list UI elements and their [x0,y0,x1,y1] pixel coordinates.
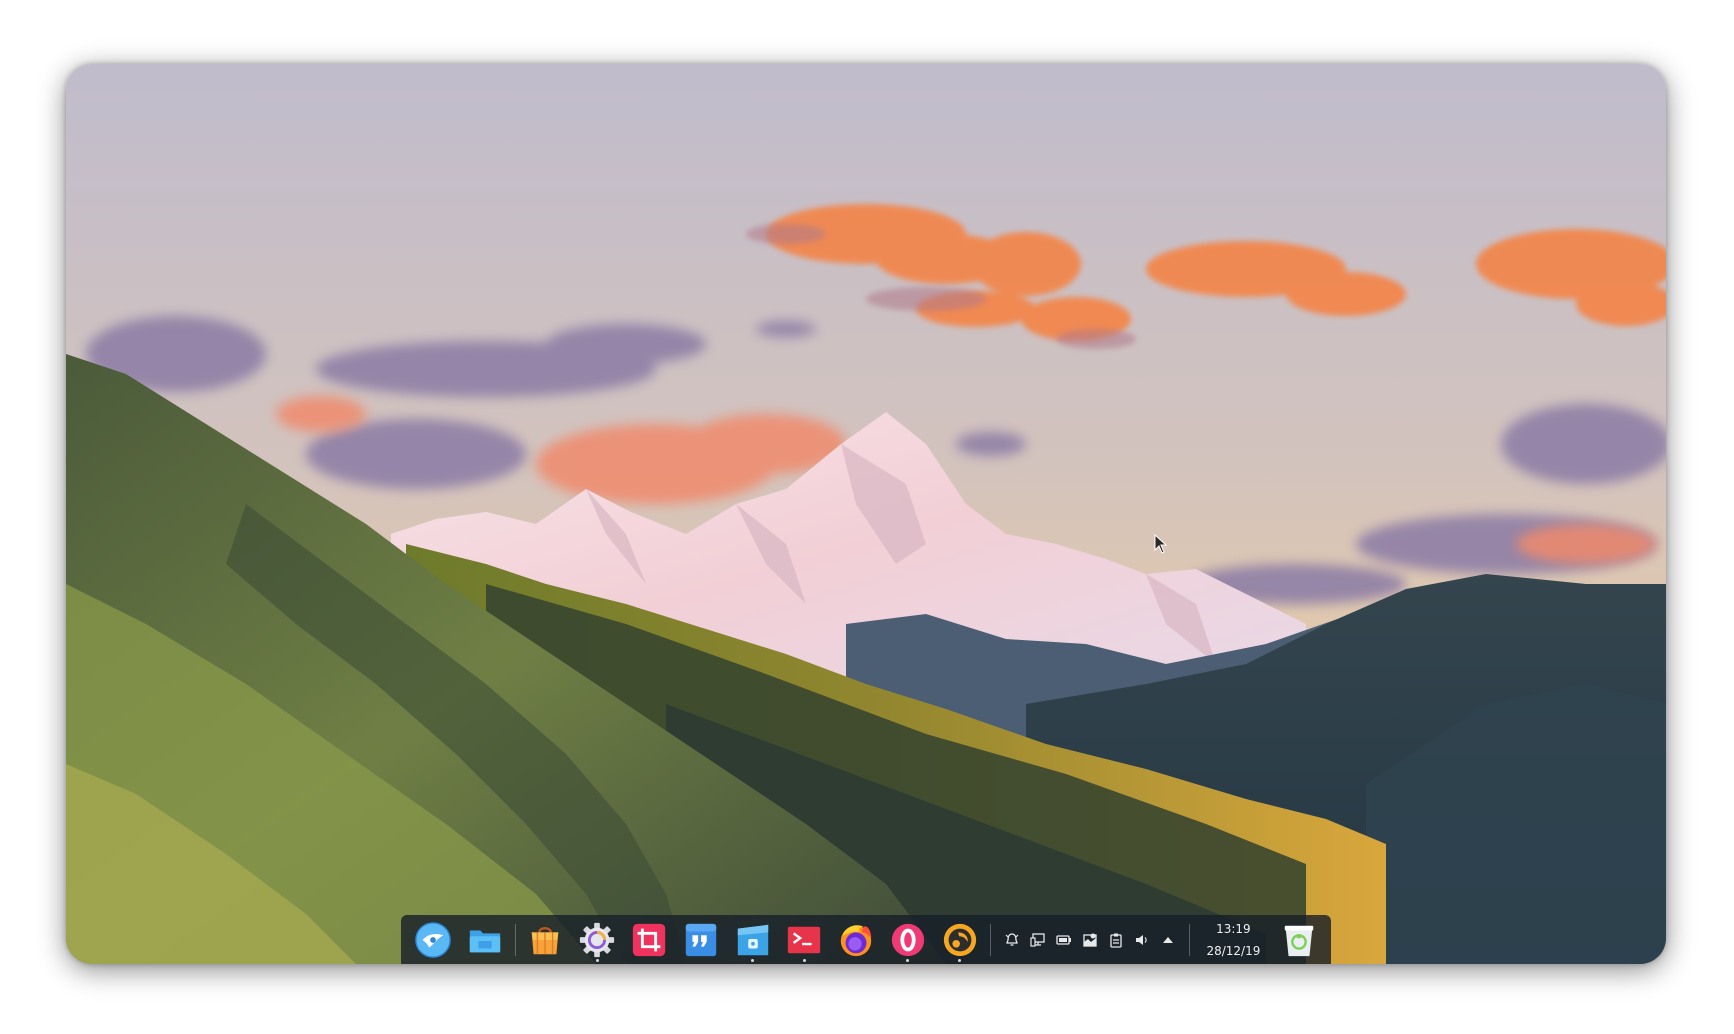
clock-date: 28/12/19 [1206,943,1261,958]
volume-icon [1135,934,1147,945]
dock-separator [989,923,991,956]
running-indicator [595,958,599,962]
clipboard-icon [1109,933,1122,948]
file-manager-button[interactable] [462,917,508,963]
archive-manager-button[interactable] [730,917,776,963]
battery-button[interactable] [1052,928,1076,952]
quotes-app-button[interactable] [678,917,724,963]
terminal-icon [788,926,821,953]
gear-icon [580,922,615,957]
dock: 13:19 28/12/19 [401,915,1331,964]
mouse-cursor-icon [1154,534,1168,554]
firefox-icon [840,924,872,956]
dock-separator [514,923,516,956]
notification-button[interactable] [1078,928,1102,952]
clock-time: 13:19 [1216,921,1251,936]
notification-icon [1082,933,1097,947]
crop-icon [632,923,666,956]
trash-icon [1284,925,1314,956]
running-indicator [802,958,806,962]
opera-button[interactable] [885,917,931,963]
expand-up-icon [1162,936,1173,943]
firefox-button[interactable] [833,917,879,963]
dock-separator [1188,923,1190,956]
bell-icon [1005,932,1019,946]
running-indicator [751,958,755,962]
expand-tray-button[interactable] [1156,928,1180,952]
running-indicator [958,958,962,962]
battery-icon [1055,934,1071,945]
clock[interactable]: 13:19 28/12/19 [1194,918,1274,962]
launcher-button[interactable] [410,917,456,963]
desktop-screen: 13:19 28/12/19 [66,64,1666,964]
quote-icon [685,923,716,956]
terminal-button[interactable] [781,917,827,963]
screenshot-button[interactable] [626,917,672,963]
page: 13:19 28/12/19 [0,0,1734,1034]
archive-icon [737,924,768,955]
music-player-icon [943,923,976,956]
clipboard-button[interactable] [1104,928,1128,952]
system-tray [995,915,1185,964]
network-button[interactable] [1026,928,1050,952]
app-store-button[interactable] [523,917,569,963]
bell-button[interactable] [1000,928,1024,952]
running-indicator [906,958,910,962]
shopping-bag-icon [532,926,559,954]
volume-button[interactable] [1130,928,1154,952]
trash-button[interactable] [1276,917,1322,963]
opera-icon [891,923,925,956]
music-player-button[interactable] [937,917,983,963]
folder-icon [469,930,500,952]
desktop-wallpaper [66,64,1666,964]
launcher-icon [415,921,451,958]
settings-button[interactable] [574,917,620,963]
network-icon [1029,932,1045,947]
